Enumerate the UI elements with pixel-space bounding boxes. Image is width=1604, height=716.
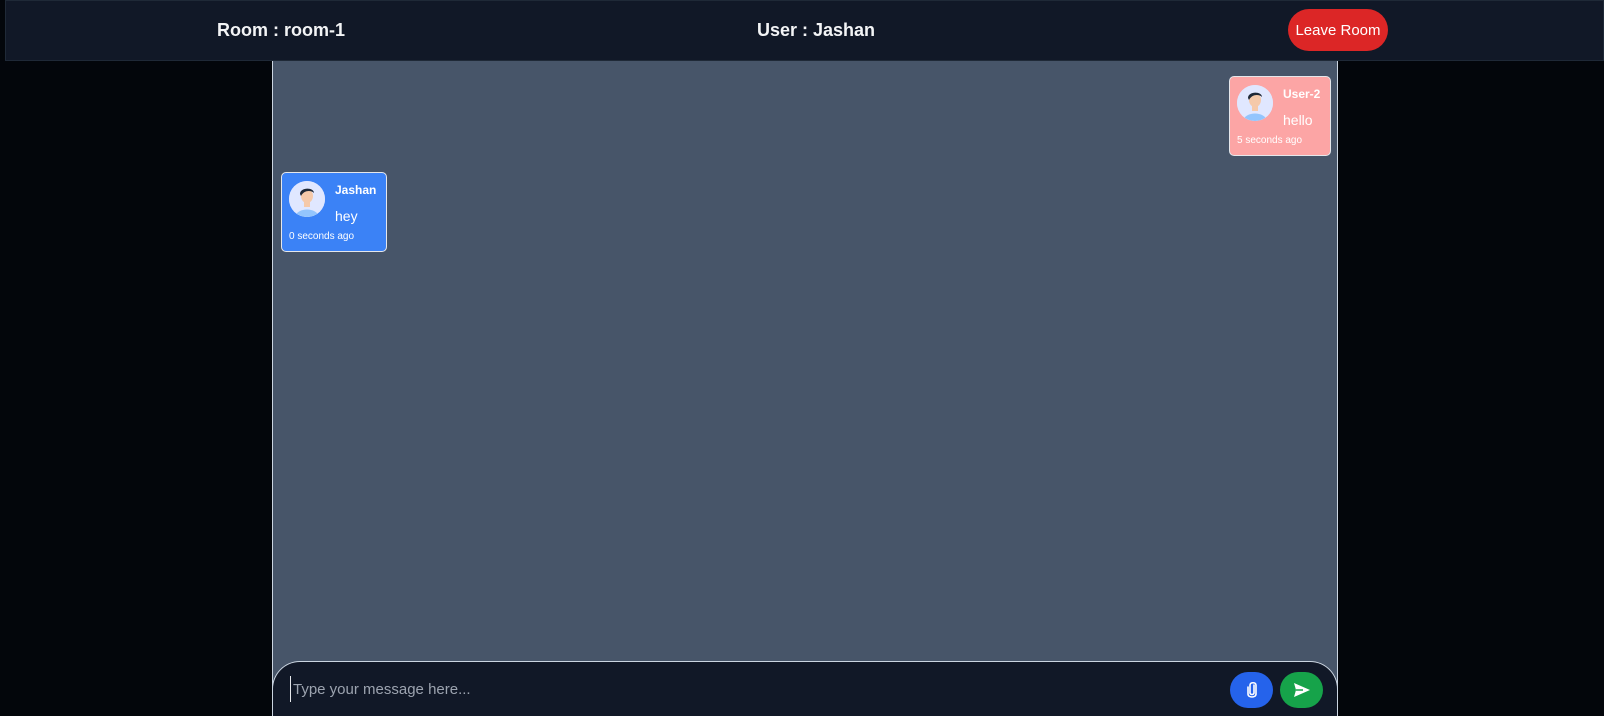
message-text: hello (1283, 112, 1313, 128)
chat-page: Room : room-1 User : Jashan Leave Room U… (0, 0, 1604, 716)
message-sender: Jashan (335, 183, 377, 197)
avatar-icon (1237, 85, 1273, 121)
message-list[interactable]: User-2 hello 5 seconds ago Jashan hey 0 … (272, 61, 1338, 716)
room-title: Room : room-1 (217, 20, 345, 40)
attach-button[interactable] (1230, 672, 1273, 708)
message-sender: User-2 (1283, 87, 1321, 101)
message-bubble-user-2: User-2 hello 5 seconds ago (1229, 76, 1331, 156)
send-icon (1293, 683, 1310, 697)
send-button[interactable] (1280, 672, 1323, 708)
message-timestamp: 5 seconds ago (1237, 135, 1303, 146)
composer-bar (272, 661, 1338, 716)
message-timestamp: 0 seconds ago (289, 231, 355, 242)
paperclip-icon (1246, 681, 1257, 698)
message-text: hey (335, 208, 358, 224)
leave-room-button[interactable]: Leave Room (1288, 9, 1388, 51)
user-title: User : Jashan (757, 20, 876, 40)
message-bubble-jashan: Jashan hey 0 seconds ago (281, 172, 387, 252)
avatar-icon (289, 181, 325, 217)
message-input[interactable] (290, 676, 1193, 702)
